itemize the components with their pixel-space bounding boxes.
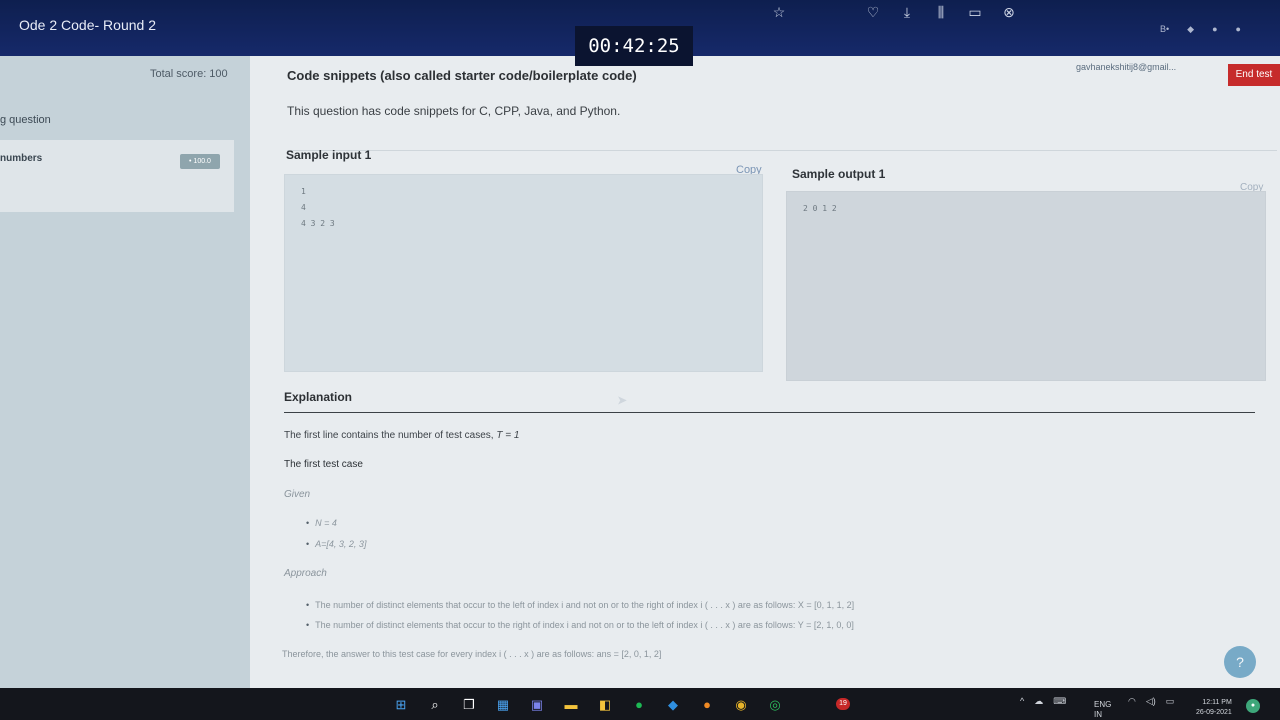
system-tray-icons: ^ ☁ ⌨	[1020, 696, 1066, 707]
approach-label: Approach	[284, 568, 327, 579]
firefox-icon[interactable]: ●	[696, 695, 718, 715]
answer-text: Therefore, the answer to this test case …	[282, 649, 662, 659]
explanation-heading: Explanation	[284, 390, 353, 404]
sample-output-line: 2 0 1 2	[803, 204, 837, 213]
question-card[interactable]: numbers • 100.0	[0, 140, 234, 212]
first-test-case-label: The first test case	[284, 459, 363, 470]
sample-output-box: 2 0 1 2	[786, 191, 1266, 381]
widgets-icon[interactable]: ▦	[492, 695, 514, 715]
countdown-timer: 00:42:25	[575, 26, 693, 66]
user-email: gavhanekshitij8@gmail...	[1076, 62, 1177, 72]
windows-taskbar: ⊞ ⌕ ❐ ▦ ▣ ▬ ◧ ● ◆ ● ◉ ◎ ^ ☁ ⌨ ENG IN ◠ ◁…	[0, 688, 1280, 720]
wifi-icon[interactable]: ◠	[1128, 696, 1136, 707]
file-explorer-icon[interactable]: ▬	[560, 695, 582, 715]
sample-output-label: Sample output 1	[792, 167, 886, 181]
clock[interactable]: 12:11 PM 26-09-2021	[1196, 698, 1232, 718]
divider	[284, 412, 1255, 413]
bookmark-star-icon[interactable]: ☆	[770, 4, 788, 21]
region-code: IN	[1094, 710, 1102, 719]
sample-input-box: 1 4 4 3 2 3 ➤	[284, 174, 763, 412]
question-title: numbers	[0, 153, 43, 164]
question-sidebar: Total score: 100 g question numbers • 10…	[0, 56, 250, 688]
approach-list: The number of distinct elements that occ…	[306, 600, 854, 640]
notification-badge: 19	[836, 698, 850, 710]
explanation-math: T = 1	[496, 430, 520, 441]
explanation-text: The first line contains the number of te…	[284, 430, 519, 441]
given-list: N = 4 A=[4, 3, 2, 3]	[306, 518, 366, 560]
taskbar-apps: ⊞ ⌕ ❐ ▦ ▣ ▬ ◧ ● ◆ ● ◉ ◎	[390, 695, 786, 715]
volume-icon[interactable]: ◁)	[1146, 696, 1156, 707]
system-status-icons: ◠ ◁) ▭	[1128, 696, 1174, 707]
extension-icon[interactable]: ●	[1236, 24, 1241, 35]
test-title: Ode 2 Code- Round 2	[19, 17, 156, 33]
extension-x-icon[interactable]: ⊗	[1000, 4, 1018, 21]
given-label: Given	[284, 489, 311, 500]
total-score: Total score: 100	[150, 68, 228, 80]
divider	[287, 150, 1277, 151]
sample-input-line: 4 3 2 3	[301, 219, 335, 228]
extension-icon[interactable]: ●	[1212, 24, 1217, 35]
keyboard-icon[interactable]: ⌨	[1053, 696, 1066, 707]
mouse-cursor-icon: ➤	[617, 391, 628, 412]
list-item: A=[4, 3, 2, 3]	[306, 539, 366, 560]
sample-input-line: 4	[301, 203, 306, 212]
browser-toolbar-icons: ☆ ♡ ⤓ ⫼ ▭ ⊗	[770, 4, 1018, 21]
cloud-icon[interactable]: ☁	[1034, 696, 1043, 707]
clock-time: 12:11 PM	[1202, 699, 1232, 706]
help-chat-button[interactable]: ?	[1224, 646, 1256, 678]
problem-content: Code snippets (also called starter code/…	[250, 56, 1280, 688]
list-item: The number of distinct elements that occ…	[306, 620, 854, 640]
task-view-icon[interactable]: ❐	[458, 695, 480, 715]
list-item: The number of distinct elements that occ…	[306, 600, 854, 620]
extension-icon[interactable]: ◆	[1187, 24, 1194, 35]
library-icon[interactable]: ⫼	[932, 4, 950, 21]
extension-icon[interactable]: B•	[1160, 24, 1169, 35]
explanation-line: The first line contains the number of te…	[284, 430, 494, 441]
notification-icon[interactable]: ●	[1246, 699, 1260, 713]
reader-view-icon[interactable]: ▭	[966, 4, 984, 21]
download-icon[interactable]: ⤓	[898, 4, 916, 21]
end-test-button[interactable]: End test	[1228, 64, 1280, 86]
battery-icon[interactable]: ▭	[1166, 696, 1175, 707]
snippets-heading: Code snippets (also called starter code/…	[287, 68, 637, 83]
pocket-icon[interactable]: ♡	[864, 4, 882, 21]
language-code: ENG	[1094, 700, 1112, 709]
snippets-text: This question has code snippets for C, C…	[287, 104, 621, 118]
chevron-up-icon[interactable]: ^	[1020, 696, 1024, 707]
question-section-label: g question	[0, 114, 51, 126]
list-item: N = 4	[306, 518, 366, 539]
score-badge: • 100.0	[180, 154, 220, 169]
sample-input-label: Sample input 1	[286, 148, 372, 162]
chrome-icon[interactable]: ◉	[730, 695, 752, 715]
extension-icons: B• ◆ ● ●	[1160, 24, 1241, 35]
search-icon[interactable]: ⌕	[424, 695, 446, 715]
language-indicator[interactable]: ENG IN	[1094, 700, 1111, 720]
store-icon[interactable]: ◧	[594, 695, 616, 715]
windows-start-icon[interactable]: ⊞	[390, 695, 412, 715]
chat-icon[interactable]: ▣	[526, 695, 548, 715]
clock-date: 26-09-2021	[1196, 709, 1232, 716]
sample-input-line: 1	[301, 187, 306, 196]
whatsapp-icon[interactable]: ◎	[764, 695, 786, 715]
vscode-icon[interactable]: ◆	[662, 695, 684, 715]
spotify-icon[interactable]: ●	[628, 695, 650, 715]
